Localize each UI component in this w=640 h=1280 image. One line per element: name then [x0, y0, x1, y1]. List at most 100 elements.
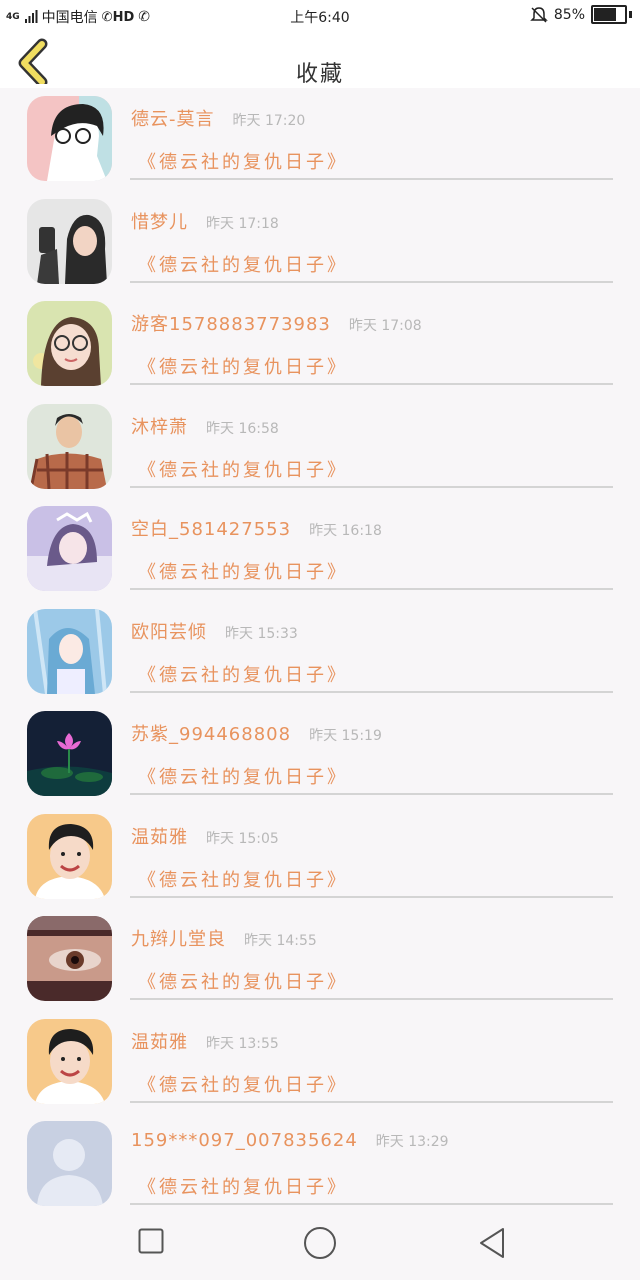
timestamp: 昨天 14:55: [244, 933, 317, 949]
recent-apps-button[interactable]: [138, 1228, 164, 1258]
divider: [130, 280, 613, 283]
name-row: 温茹雅 昨天 13:55: [131, 1028, 279, 1054]
username[interactable]: 德云-莫言: [131, 109, 215, 130]
name-row: 欧阳芸倾 昨天 15:33: [131, 618, 298, 644]
book-title[interactable]: 《德云社的复仇日子》: [138, 251, 348, 277]
favorite-item[interactable]: 九辫儿堂良 昨天 14:55 《德云社的复仇日子》: [0, 908, 640, 1011]
username[interactable]: 159***097_007835624: [131, 1130, 358, 1151]
boy-smiling-avatar-icon: [27, 813, 112, 899]
favorite-item[interactable]: 温茹雅 昨天 13:55 《德云社的复仇日子》: [0, 1011, 640, 1114]
avatar[interactable]: [27, 301, 112, 386]
avatar[interactable]: [27, 608, 112, 694]
avatar[interactable]: [27, 506, 112, 591]
girl-purple-avatar-icon: [27, 506, 112, 591]
favorite-item[interactable]: 沐梓萧 昨天 16:58 《德云社的复仇日子》: [0, 396, 640, 499]
book-title[interactable]: 《德云社的复仇日子》: [138, 1071, 348, 1097]
favorite-item[interactable]: 德云-莫言 昨天 17:20 《德云社的复仇日子》: [0, 88, 640, 191]
favorite-item[interactable]: 惜梦儿 昨天 17:18 《德云社的复仇日子》: [0, 191, 640, 294]
name-row: 159***097_007835624 昨天 13:29: [131, 1130, 449, 1151]
square-icon: [138, 1228, 164, 1254]
username[interactable]: 苏紫_994468808: [131, 724, 291, 745]
battery-text: 85%: [553, 6, 585, 23]
book-title[interactable]: 《德云社的复仇日子》: [138, 866, 348, 892]
book-title[interactable]: 《德云社的复仇日子》: [138, 1173, 348, 1199]
default-user-avatar-icon: [27, 1121, 112, 1206]
timestamp: 昨天 13:29: [375, 1134, 449, 1150]
avatar[interactable]: [27, 1018, 112, 1104]
eye-closeup-avatar-icon: [27, 916, 112, 1001]
name-row: 德云-莫言 昨天 17:20: [131, 105, 305, 131]
avatar[interactable]: [27, 916, 112, 1001]
avatar[interactable]: [27, 403, 112, 489]
name-row: 游客1578883773983 昨天 17:08: [131, 310, 422, 336]
girl-selfie-avatar-icon: [27, 198, 112, 284]
book-title[interactable]: 《德云社的复仇日子》: [138, 148, 348, 174]
username[interactable]: 欧阳芸倾: [131, 622, 207, 643]
username[interactable]: 游客1578883773983: [131, 314, 331, 335]
username[interactable]: 温茹雅: [131, 1032, 188, 1053]
anime-girl-blue-avatar-icon: [27, 608, 112, 694]
divider: [130, 793, 613, 795]
circle-icon: [304, 1227, 336, 1259]
divider: [130, 178, 613, 180]
page-title: 收藏: [295, 62, 344, 87]
username[interactable]: 惜梦儿: [131, 212, 188, 233]
avatar[interactable]: [27, 711, 112, 796]
divider: [130, 690, 613, 693]
battery-fill: [594, 8, 617, 21]
avatar[interactable]: [27, 96, 112, 181]
avatar[interactable]: [27, 813, 112, 899]
divider: [130, 1203, 613, 1205]
divider: [130, 1100, 613, 1103]
book-title[interactable]: 《德云社的复仇日子》: [138, 558, 348, 584]
timestamp: 昨天 15:33: [225, 625, 298, 642]
divider: [130, 485, 613, 488]
book-title[interactable]: 《德云社的复仇日子》: [138, 456, 348, 482]
favorite-item[interactable]: 游客1578883773983 昨天 17:08 《德云社的复仇日子》: [0, 293, 640, 396]
battery-icon: [591, 5, 627, 24]
timestamp: 昨天 17:08: [348, 318, 422, 334]
illustrated-man-glasses-avatar-icon: [27, 96, 112, 181]
navigation-bar: [0, 1210, 640, 1280]
book-title[interactable]: 《德云社的复仇日子》: [138, 968, 348, 994]
boy-smiling-avatar-icon: [27, 1018, 112, 1104]
name-row: 温茹雅 昨天 15:05: [131, 823, 279, 849]
username[interactable]: 九辫儿堂良: [131, 929, 226, 950]
home-button[interactable]: [303, 1226, 337, 1264]
divider: [130, 588, 613, 590]
favorite-item[interactable]: 159***097_007835624 昨天 13:29 《德云社的复仇日子》: [0, 1113, 640, 1216]
timestamp: 昨天 17:20: [232, 113, 306, 129]
timestamp: 昨天 15:19: [309, 728, 382, 744]
timestamp: 昨天 15:05: [206, 830, 279, 847]
boy-plaid-shirt-avatar-icon: [27, 403, 112, 489]
book-title[interactable]: 《德云社的复仇日子》: [138, 763, 348, 789]
battery-tip: [629, 11, 632, 18]
girl-glasses-avatar-icon: [27, 301, 112, 386]
name-row: 空白_581427553 昨天 16:18: [131, 515, 382, 541]
mute-bell-icon: [530, 6, 548, 23]
timestamp: 昨天 17:18: [206, 215, 279, 232]
triangle-back-icon: [480, 1228, 504, 1258]
status-right: 85%: [530, 5, 632, 24]
status-bar: 4G 中国电信 ✆HD ✆ 上午6:40 85%: [0, 0, 640, 32]
name-row: 苏紫_994468808 昨天 15:19: [131, 720, 382, 746]
favorite-item[interactable]: 苏紫_994468808 昨天 15:19 《德云社的复仇日子》: [0, 703, 640, 806]
divider: [130, 998, 613, 1000]
favorite-item[interactable]: 空白_581427553 昨天 16:18 《德云社的复仇日子》: [0, 498, 640, 601]
favorite-item[interactable]: 欧阳芸倾 昨天 15:33 《德云社的复仇日子》: [0, 601, 640, 704]
username[interactable]: 温茹雅: [131, 827, 188, 848]
back-nav-button[interactable]: [478, 1227, 506, 1263]
book-title[interactable]: 《德云社的复仇日子》: [138, 661, 348, 687]
avatar[interactable]: [27, 1121, 112, 1206]
favorites-list: 德云-莫言 昨天 17:20 《德云社的复仇日子》 惜梦儿 昨天 17:18 《德云社的复…: [0, 88, 640, 1216]
timestamp: 昨天 16:18: [309, 523, 382, 539]
avatar[interactable]: [27, 198, 112, 284]
book-title[interactable]: 《德云社的复仇日子》: [138, 353, 348, 379]
name-row: 惜梦儿 昨天 17:18: [131, 208, 279, 234]
name-row: 沐梓萧 昨天 16:58: [131, 413, 279, 439]
username[interactable]: 沐梓萧: [131, 417, 188, 438]
name-row: 九辫儿堂良 昨天 14:55: [131, 925, 317, 951]
username[interactable]: 空白_581427553: [131, 519, 291, 540]
favorite-item[interactable]: 温茹雅 昨天 15:05 《德云社的复仇日子》: [0, 806, 640, 909]
timestamp: 昨天 13:55: [206, 1035, 279, 1052]
